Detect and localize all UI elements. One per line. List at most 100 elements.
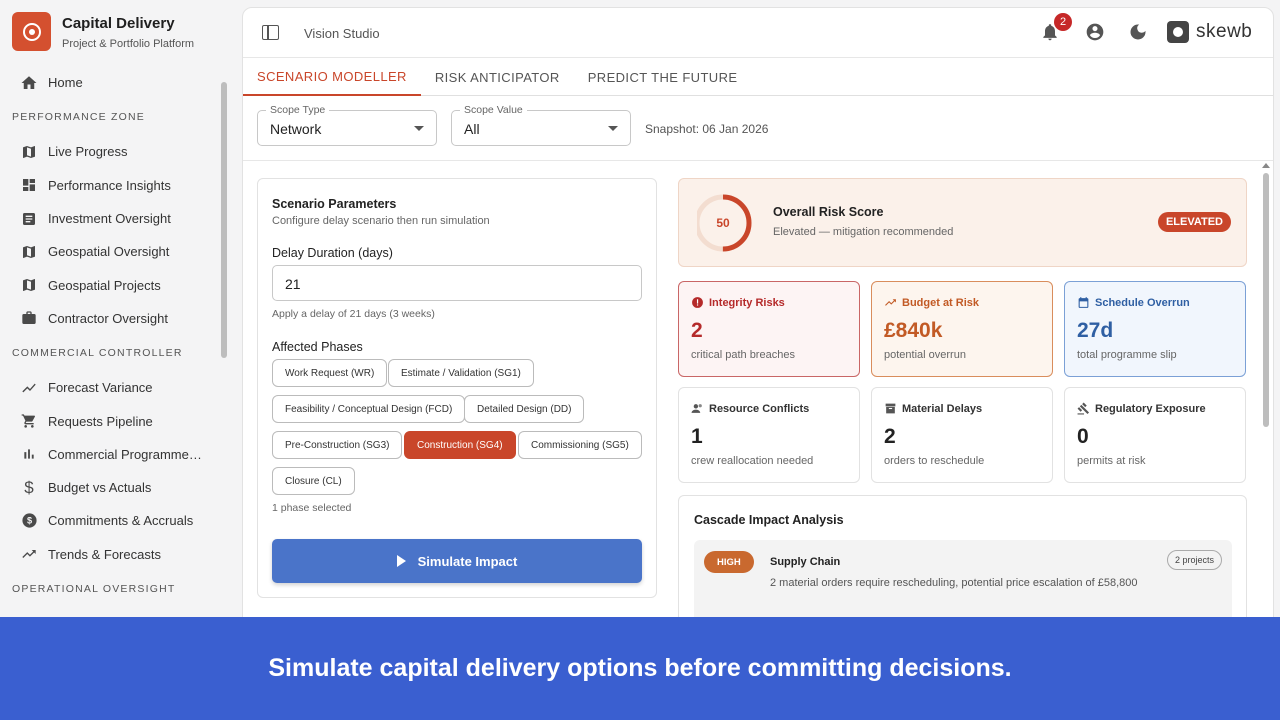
content-scrollbar[interactable] [1263,173,1269,427]
sidebar-item-label: Contractor Oversight [48,310,168,326]
scope-type-select[interactable]: Scope Type Network [257,104,437,146]
snapshot-date: Snapshot: 06 Jan 2026 [645,122,769,136]
sidebar-item-trends-forecasts[interactable]: Trends & Forecasts [0,538,218,571]
sidebar-item-budget-vs-actuals[interactable]: $ Budget vs Actuals [0,471,218,504]
kpi-value: £840k [884,319,943,342]
kpi-material-delays[interactable]: Material Delays 2 orders to reschedule [871,387,1053,483]
risk-score-value: 50 [716,216,730,230]
kpi-resource-conflicts[interactable]: Resource Conflicts 1 crew reallocation n… [678,387,860,483]
trend-up-icon [20,545,38,563]
sidebar-item-label: Performance Insights [48,177,171,193]
delay-help-text: Apply a delay of 21 days (3 weeks) [272,308,435,320]
simulate-impact-button[interactable]: Simulate Impact [272,539,642,583]
kpi-integrity-risks[interactable]: Integrity Risks 2 critical path breaches [678,281,860,377]
sidebar-item-geospatial-projects[interactable]: Geospatial Projects [0,268,218,301]
kpi-subtitle: total programme slip [1077,349,1177,361]
tab-predict-the-future[interactable]: PREDICT THE FUTURE [574,58,752,96]
dashboard-icon [20,176,38,194]
sidebar-section-title: COMMERCIAL CONTROLLER [12,347,183,360]
kpi-title: Regulatory Exposure [1095,402,1206,415]
chevron-down-icon [608,126,618,131]
kpi-value: 27d [1077,319,1114,342]
scope-value-value: All [464,121,480,137]
scope-value-select[interactable]: Scope Value All [451,104,631,146]
sidebar-item-performance-insights[interactable]: Performance Insights [0,169,218,202]
risk-score-title: Overall Risk Score [773,205,884,219]
kpi-title: Budget at Risk [902,296,980,309]
delay-duration-input[interactable]: 21 [272,265,642,301]
bar-chart-icon [20,445,38,463]
sidebar-item-geospatial-oversight[interactable]: Geospatial Oversight [0,235,218,268]
kpi-title: Integrity Risks [709,296,785,309]
scenario-subtitle: Configure delay scenario then run simula… [272,215,490,227]
scope-type-value: Network [270,121,322,137]
sidebar-item-requests-pipeline[interactable]: Requests Pipeline [0,404,218,437]
phase-chip-pre-construction[interactable]: Pre-Construction (SG3) [272,431,403,459]
phase-chip-closure[interactable]: Closure (CL) [272,467,355,495]
kpi-value: 2 [691,319,703,342]
phase-chip-detailed-design[interactable]: Detailed Design (DD) [464,395,585,423]
scope-type-label: Scope Type [266,104,330,116]
scroll-up-icon[interactable] [1262,163,1270,168]
dollar-icon: $ [24,477,34,497]
dark-mode-icon[interactable] [1128,22,1148,47]
sidebar-item-label: Forecast Variance [48,380,153,396]
kpi-regulatory-exposure[interactable]: Regulatory Exposure 0 permits at risk [1064,387,1246,483]
sidebar-item-label: Investment Oversight [48,211,171,227]
sidebar-item-forecast-variance[interactable]: Forecast Variance [0,371,218,404]
filter-bar: Scope Type Network Scope Value All Snaps… [243,96,1273,161]
cart-icon [20,412,38,430]
sidebar-item-live-progress[interactable]: Live Progress [0,135,218,168]
sidebar-item-label: Requests Pipeline [48,413,153,429]
tab-bar: SCENARIO MODELLER RISK ANTICIPATOR PREDI… [243,58,1273,96]
sidebar-item-label: Commercial Programme… [48,446,202,462]
sidebar-section-title: OPERATIONAL OVERSIGHT [12,582,176,595]
phase-chip-feasibility[interactable]: Feasibility / Conceptual Design (FCD) [272,395,466,423]
risk-status-badge: ELEVATED [1157,212,1231,232]
severity-badge: HIGH [704,551,754,573]
phase-count: 1 phase selected [272,502,352,514]
phase-chip-commissioning[interactable]: Commissioning (SG5) [518,431,642,459]
brand-title: Capital Delivery [62,15,175,32]
sidebar-item-contractor-oversight[interactable]: Contractor Oversight [0,302,218,335]
tab-scenario-modeller[interactable]: SCENARIO MODELLER [243,58,421,96]
sidebar-scrollbar[interactable] [221,82,227,358]
people-icon [691,402,704,415]
home-icon [20,74,38,92]
dollar-circle-icon: $ [20,512,38,530]
tab-risk-anticipator[interactable]: RISK ANTICIPATOR [421,58,574,96]
sidebar-toggle-icon[interactable] [262,25,279,40]
alert-icon [691,296,704,309]
impact-title: Supply Chain [770,556,841,568]
sidebar-item-label: Trends & Forecasts [48,546,161,562]
caption-banner: Simulate capital delivery options before… [0,617,1280,720]
play-icon [396,555,406,567]
brand[interactable]: Capital Delivery Project & Portfolio Pla… [12,12,194,51]
skewb-logo[interactable]: skewb [1167,21,1252,43]
kpi-budget-at-risk[interactable]: Budget at Risk £840k potential overrun [871,281,1053,377]
cascade-title: Cascade Impact Analysis [694,513,844,527]
overall-risk-card: 50 Overall Risk Score Elevated — mitigat… [678,178,1247,267]
sidebar-nav: Home PERFORMANCE ZONE Live Progress Perf… [0,66,218,607]
sidebar-item-home[interactable]: Home [0,66,218,99]
sidebar-item-investment-oversight[interactable]: Investment Oversight [0,202,218,235]
phase-chip-estimate-validation[interactable]: Estimate / Validation (SG1) [388,359,534,387]
account-icon[interactable] [1085,22,1105,47]
scope-value-label: Scope Value [460,104,527,116]
main-panel: Vision Studio 2 skewb SCENARIO MODELLER … [242,7,1274,647]
kpi-subtitle: orders to reschedule [884,455,985,467]
kpi-value: 0 [1077,425,1089,448]
sidebar-item-commitments-accruals[interactable]: $ Commitments & Accruals [0,504,218,537]
phase-chip-work-request[interactable]: Work Request (WR) [272,359,388,387]
scenario-title: Scenario Parameters [272,197,397,211]
kpi-subtitle: permits at risk [1077,455,1146,467]
phase-chip-construction[interactable]: Construction (SG4) [404,431,516,459]
content-area: Scenario Parameters Configure delay scen… [243,161,1273,646]
kpi-schedule-overrun[interactable]: Schedule Overrun 27d total programme sli… [1064,281,1246,377]
brand-subtitle: Project & Portfolio Platform [62,38,195,50]
kpi-title: Resource Conflicts [709,402,810,415]
sidebar-item-commercial-programme[interactable]: Commercial Programme… [0,438,218,471]
kpi-title: Material Delays [902,402,983,415]
brand-logo-icon [12,12,51,51]
simulate-impact-label: Simulate Impact [417,553,518,569]
